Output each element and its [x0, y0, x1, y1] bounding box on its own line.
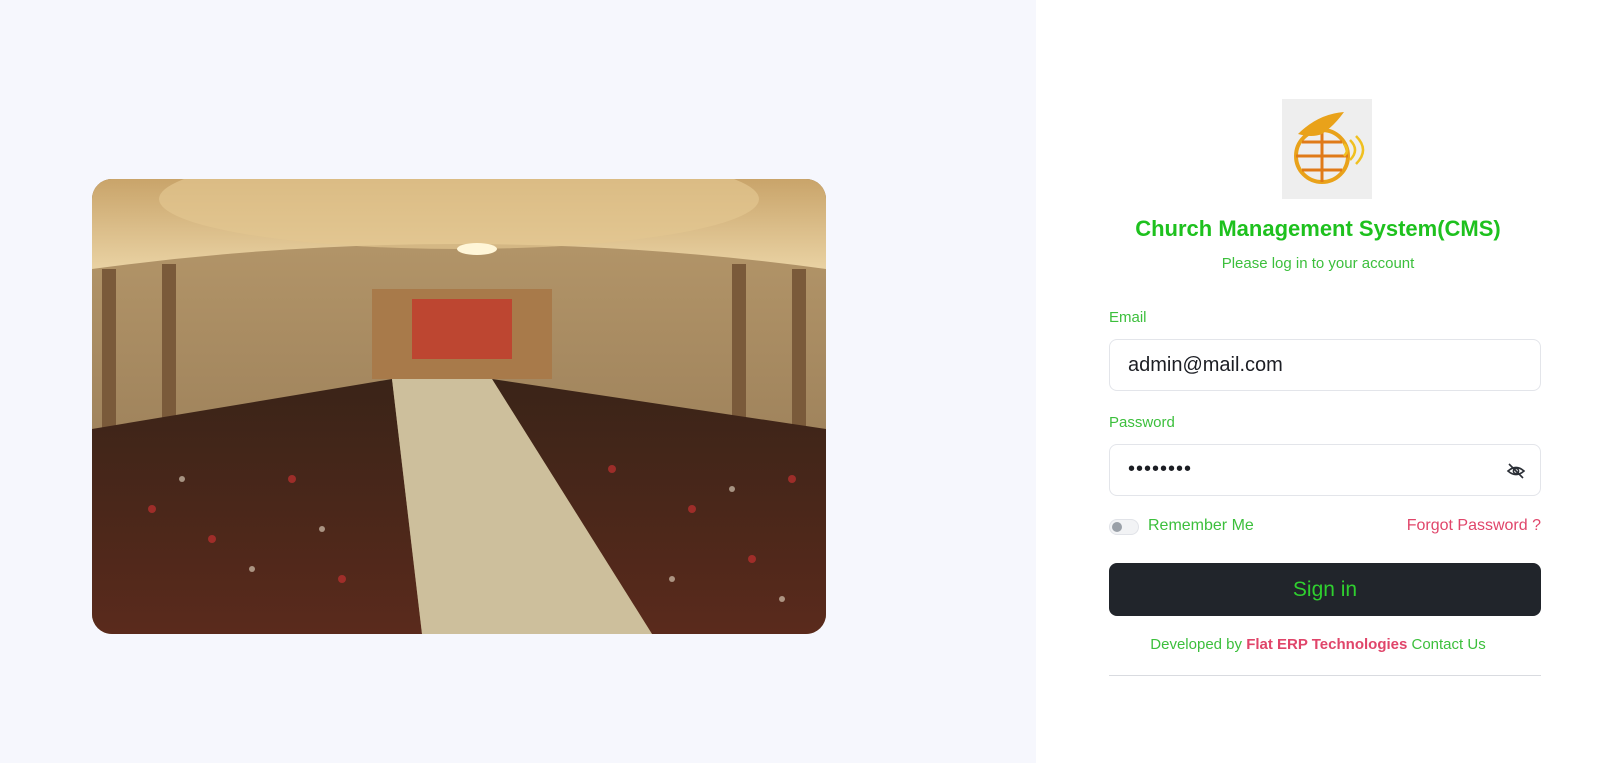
developed-by-text: Developed by	[1150, 636, 1243, 653]
password-field[interactable]: ••••••••	[1109, 444, 1541, 496]
sign-in-button[interactable]: Sign in	[1109, 563, 1541, 616]
footer-divider	[1109, 675, 1541, 676]
eye-slash-icon[interactable]	[1506, 461, 1526, 481]
password-value: ••••••••	[1128, 458, 1193, 480]
forgot-password-link[interactable]: Forgot Password ?	[1407, 517, 1541, 535]
footer-credits: Developed by Flat ERP Technologies Conta…	[1036, 636, 1600, 653]
email-field-wrapper	[1109, 339, 1541, 391]
remember-row: Remember Me Forgot Password ?	[1109, 516, 1541, 538]
toggle-knob	[1112, 522, 1122, 532]
login-subtitle: Please log in to your account	[1221, 255, 1415, 272]
left-panel	[0, 0, 1036, 763]
password-label: Password	[1109, 414, 1175, 431]
logo-icon	[1282, 99, 1372, 199]
app-title: Church Management System(CMS)	[1135, 216, 1501, 241]
login-page: Church Management System(CMS) Please log…	[0, 0, 1600, 763]
remember-label[interactable]: Remember Me	[1148, 517, 1254, 535]
login-panel: Church Management System(CMS) Please log…	[1036, 0, 1600, 763]
email-field[interactable]	[1110, 340, 1498, 390]
email-label: Email	[1109, 309, 1147, 326]
contact-us-link[interactable]: Contact Us	[1412, 636, 1486, 653]
company-link[interactable]: Flat ERP Technologies	[1246, 636, 1407, 653]
remember-toggle[interactable]	[1109, 519, 1139, 535]
hero-image	[92, 179, 826, 634]
